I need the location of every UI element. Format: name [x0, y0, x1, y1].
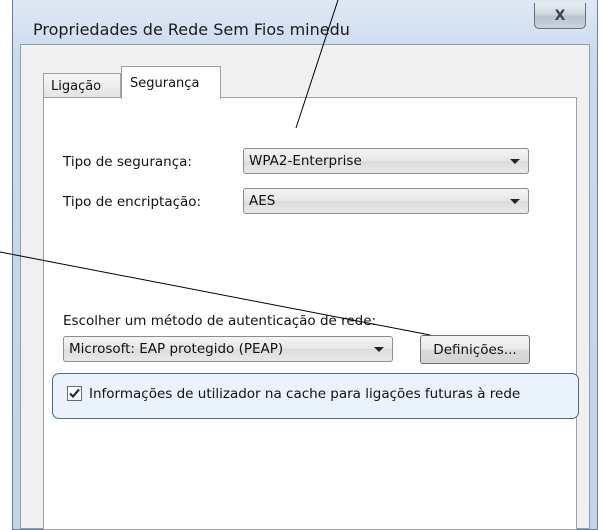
close-button[interactable]: X [534, 3, 586, 29]
tab-ligacao[interactable]: Ligação [43, 73, 121, 98]
auth-method-label: Escolher um método de autenticação de re… [63, 313, 377, 329]
tab-seguranca-label: Segurança [130, 76, 200, 91]
cache-credentials-highlight: Informações de utilizador na cache para … [52, 373, 579, 419]
security-type-select[interactable]: WPA2-Enterprise [243, 148, 529, 174]
encryption-type-value: AES [249, 193, 276, 209]
cache-credentials-checkbox[interactable] [67, 386, 82, 401]
tab-ligacao-label: Ligação [51, 79, 102, 94]
checkmark-icon [69, 388, 80, 399]
auth-method-select[interactable]: Microsoft: EAP protegido (PEAP) [63, 336, 393, 362]
encryption-type-select[interactable]: AES [243, 188, 529, 214]
dialog-client-area: Ligação Segurança [20, 44, 590, 530]
close-icon: X [554, 7, 566, 24]
tab-seguranca[interactable]: Segurança [121, 66, 221, 99]
dialog-title: Propriedades de Rede Sem Fios minedu [33, 20, 350, 39]
settings-button[interactable]: Definições... [420, 335, 530, 364]
cache-credentials-label: Informações de utilizador na cache para … [89, 386, 521, 402]
chevron-down-icon [510, 199, 520, 204]
properties-dialog: Propriedades de Rede Sem Fios minedu X L… [12, 0, 598, 530]
encryption-type-label: Tipo de encriptação: [63, 194, 202, 210]
security-type-value: WPA2-Enterprise [249, 153, 362, 169]
auth-method-value: Microsoft: EAP protegido (PEAP) [69, 341, 284, 357]
chevron-down-icon [374, 347, 384, 352]
chevron-down-icon [510, 159, 520, 164]
security-type-label: Tipo de segurança: [63, 154, 192, 170]
title-bar[interactable]: Propriedades de Rede Sem Fios minedu X [13, 0, 597, 44]
